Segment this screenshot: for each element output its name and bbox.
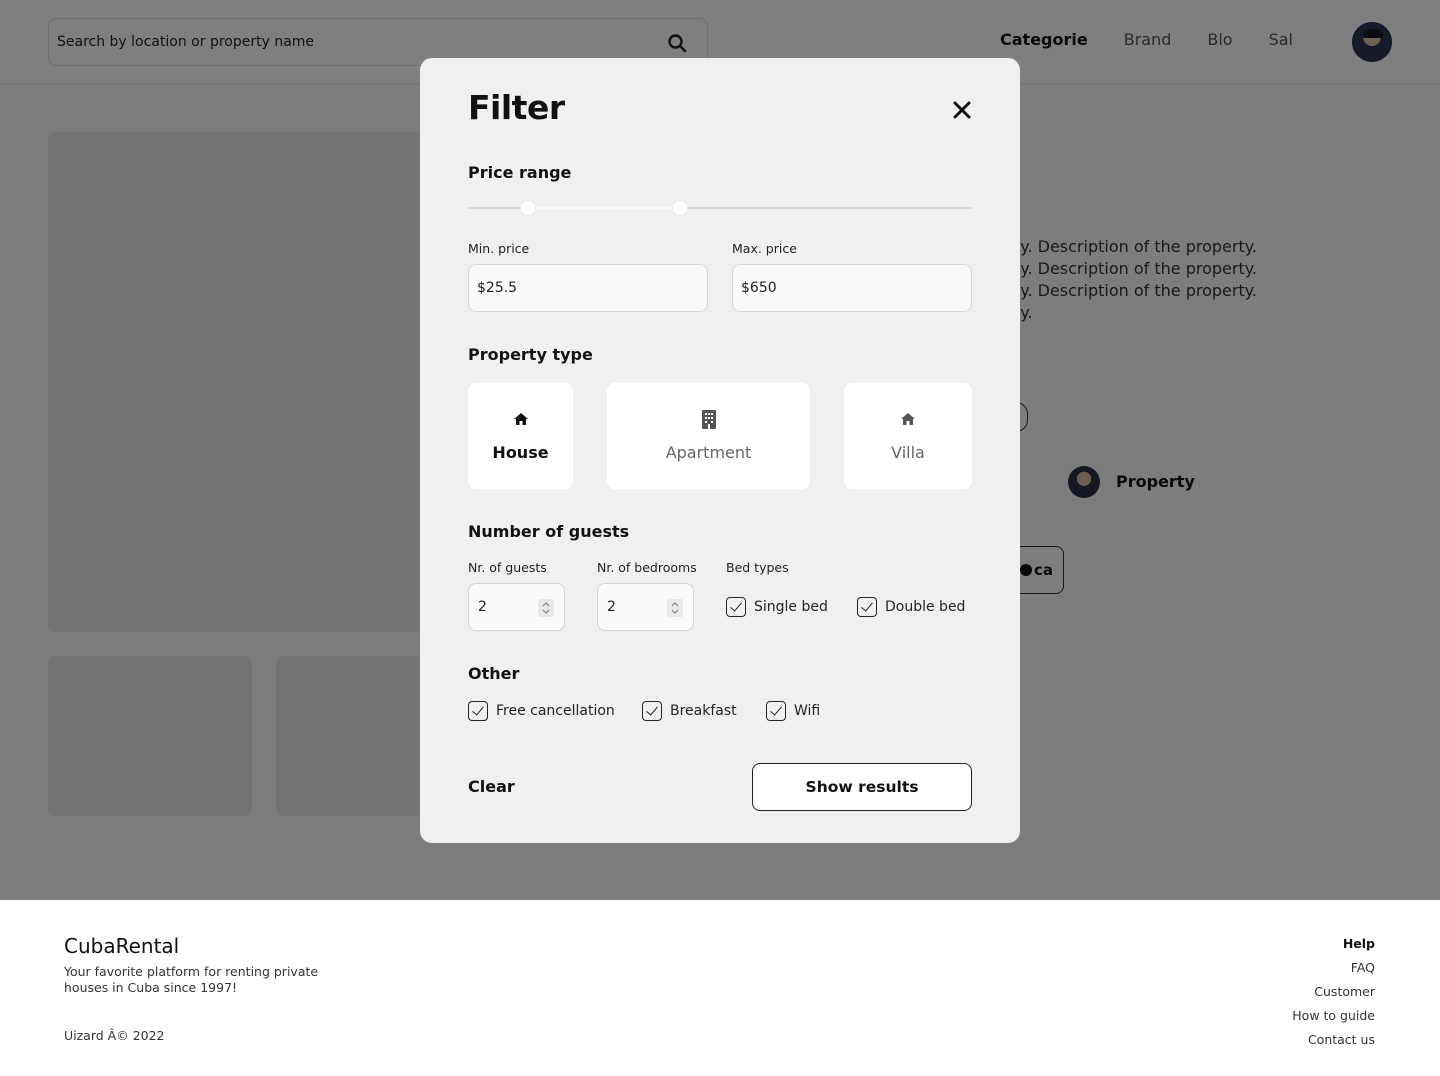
checkbox-checked-icon[interactable] — [468, 701, 488, 721]
checkbox-label: Breakfast — [670, 703, 737, 719]
footer-link-how-to-guide[interactable]: How to guide — [1292, 1004, 1375, 1028]
wifi-checkbox[interactable]: Wifi — [766, 701, 820, 721]
checkbox-checked-icon[interactable] — [766, 701, 786, 721]
free-cancellation-checkbox[interactable]: Free cancellation — [468, 701, 615, 721]
price-slider-min-handle[interactable] — [521, 201, 536, 215]
breakfast-checkbox[interactable]: Breakfast — [642, 701, 737, 721]
min-price-input[interactable] — [468, 264, 708, 312]
guests-stepper[interactable]: 2 — [468, 583, 565, 631]
checkbox-label: Wifi — [794, 703, 821, 719]
footer-copyright: Uizard Â© 2022 — [64, 1028, 165, 1043]
guests-title: Number of guests — [468, 522, 630, 541]
property-type-label: Villa — [891, 443, 925, 462]
checkbox-checked-icon[interactable] — [642, 701, 662, 721]
modal-title: Filter — [468, 88, 565, 127]
building-icon — [701, 410, 716, 429]
property-type-apartment[interactable]: Apartment — [607, 383, 810, 489]
bedrooms-stepper[interactable]: 2 — [597, 583, 694, 631]
footer-links: Help FAQ Customer How to guide Contact u… — [1292, 932, 1375, 1052]
home-icon — [513, 413, 528, 425]
min-price-label: Min. price — [468, 241, 530, 256]
site-footer: CubaRental Your favorite platform for re… — [0, 900, 1440, 1076]
double-bed-checkbox[interactable]: Double bed — [857, 597, 965, 617]
checkbox-label: Single bed — [754, 599, 828, 615]
close-icon[interactable] — [950, 98, 974, 122]
property-type-house[interactable]: House — [468, 383, 573, 489]
bedrooms-value: 2 — [607, 599, 616, 615]
price-range-title: Price range — [468, 163, 572, 182]
max-price-input[interactable] — [732, 264, 972, 312]
filter-modal: Filter Price range Min. price Max. price… — [420, 58, 1020, 843]
price-slider-fill — [528, 207, 680, 209]
checkbox-label: Double bed — [885, 599, 966, 615]
single-bed-checkbox[interactable]: Single bed — [726, 597, 828, 617]
footer-links-heading: Help — [1342, 936, 1375, 951]
property-type-villa[interactable]: Villa — [844, 383, 972, 489]
price-slider-track[interactable] — [468, 207, 972, 209]
checkbox-checked-icon[interactable] — [726, 597, 746, 617]
guests-value: 2 — [478, 599, 487, 615]
max-price-label: Max. price — [732, 241, 797, 256]
property-type-label: House — [492, 443, 549, 462]
clear-button[interactable]: Clear — [468, 777, 515, 796]
bed-types-label: Bed types — [726, 560, 789, 575]
footer-link-faq[interactable]: FAQ — [1292, 956, 1375, 980]
property-type-title: Property type — [468, 345, 593, 364]
checkbox-label: Free cancellation — [496, 703, 615, 719]
stepper-arrows-icon[interactable] — [667, 599, 683, 617]
checkbox-checked-icon[interactable] — [857, 597, 877, 617]
footer-brand[interactable]: CubaRental — [64, 934, 179, 958]
stepper-arrows-icon[interactable] — [538, 599, 554, 617]
footer-link-customer[interactable]: Customer — [1292, 980, 1375, 1004]
property-type-label: Apartment — [665, 443, 752, 462]
guests-label: Nr. of guests — [468, 560, 547, 575]
price-slider-max-handle[interactable] — [672, 201, 687, 215]
bedrooms-label: Nr. of bedrooms — [597, 560, 697, 575]
home-icon — [901, 413, 915, 425]
other-title: Other — [468, 664, 520, 683]
footer-link-contact-us[interactable]: Contact us — [1292, 1028, 1375, 1052]
footer-tagline: Your favorite platform for renting priva… — [64, 964, 319, 995]
show-results-button[interactable]: Show results — [752, 763, 972, 811]
